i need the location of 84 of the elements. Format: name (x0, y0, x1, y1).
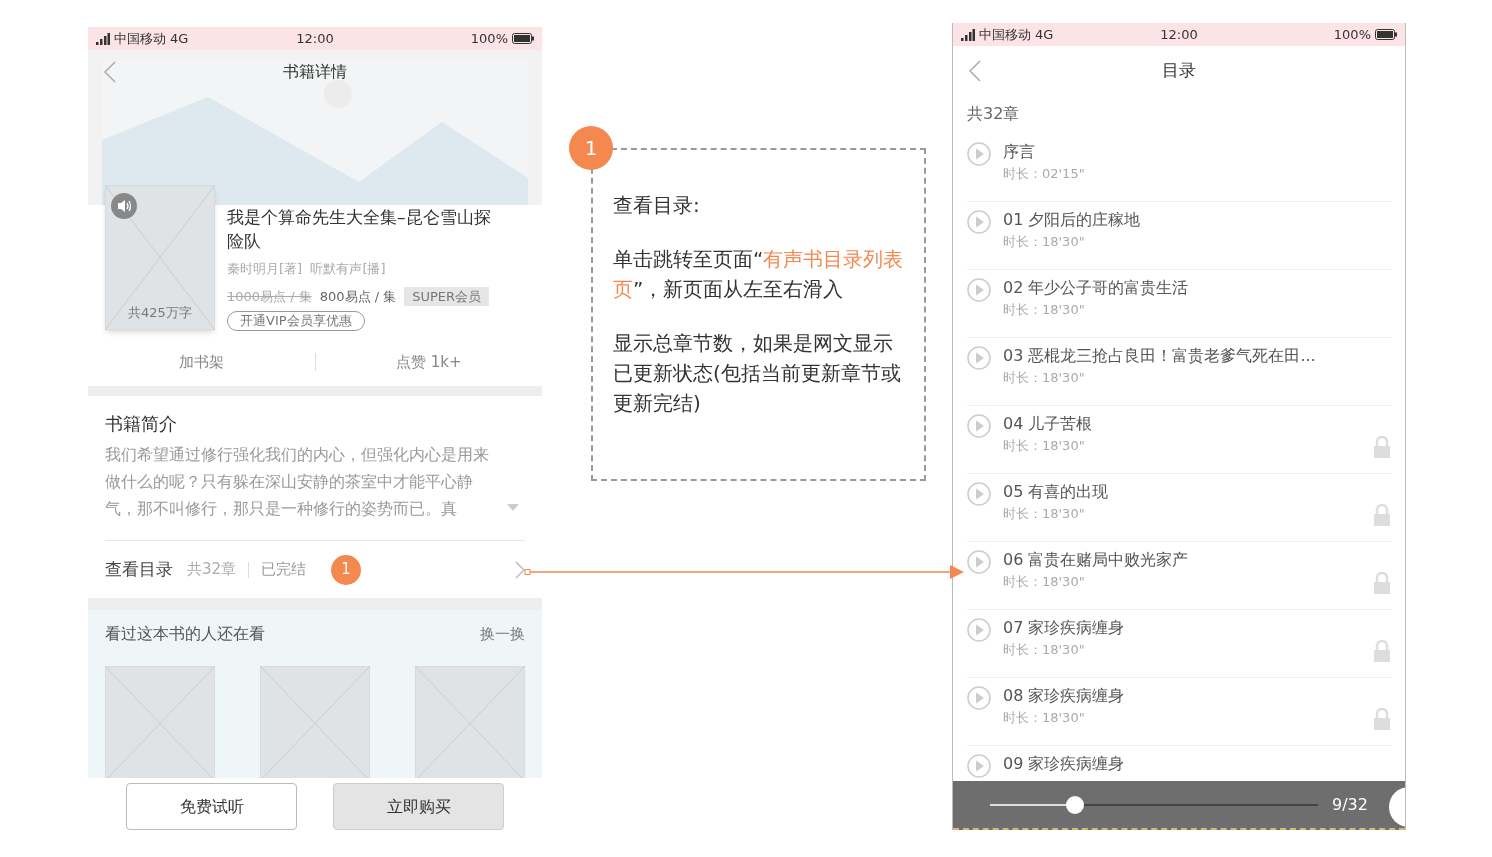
network-type: 4G (1035, 25, 1054, 44)
chapter-duration: 时长：18'30" (1003, 369, 1086, 387)
chapter-title: 序言 (1003, 141, 1036, 163)
chapter-count: 共32章 (187, 559, 237, 581)
intro-text: 我们希望通过修行强化我们的内心，但强化内心是用来做什么的呢？只有躲在深山安静的茶室中才能平心静气，那不叫修行，那只是一种修行的姿势而已。真 (105, 444, 490, 520)
chapter-title: 09 家珍疾病缠身 (1003, 753, 1126, 775)
step-marker: 1 (331, 554, 362, 585)
chapter-title: 01 夕阳后的庄稼地 (1003, 209, 1142, 231)
chapter-row[interactable]: 07 家珍疾病缠身 时长：18'30" (967, 610, 1391, 678)
chapter-title: 08 家珍疾病缠身 (1003, 685, 1126, 707)
chapter-row[interactable]: 09 家珍疾病缠身 (967, 746, 1391, 778)
catalog-link[interactable]: 查看目录 (105, 556, 173, 583)
chapter-duration: 时长：18'30" (1003, 709, 1086, 727)
signal-icon (96, 32, 110, 45)
book-title: 我是个算命先生大全集–昆仑雪山探险队 (227, 206, 492, 253)
chapter-count: 共32章 (966, 103, 1021, 125)
play-icon[interactable] (967, 482, 991, 506)
chapter-row[interactable]: 02 年少公子哥的富贵生活 时长：18'30" (967, 270, 1391, 338)
screen-title: 目录 (1161, 59, 1197, 83)
progress-slider[interactable] (990, 795, 1318, 814)
clock-time: 12:00 (1159, 25, 1199, 44)
speaker-icon[interactable] (111, 193, 137, 219)
chevron-right-icon[interactable] (515, 560, 525, 579)
network-type: 4G (170, 29, 189, 48)
play-icon[interactable] (967, 550, 991, 574)
slider-thumb[interactable] (1066, 795, 1085, 814)
original-price: 1000易点 / 集 (227, 287, 312, 306)
back-icon[interactable] (969, 60, 981, 82)
chapter-row[interactable]: 序言 时长：02'15" (967, 134, 1391, 202)
chapter-title: 03 恶棍龙三抢占良田！富贵老爹气死在田... (1003, 345, 1317, 367)
play-icon[interactable] (967, 278, 991, 302)
play-icon[interactable] (967, 142, 991, 166)
action-button[interactable]: 免费试听 (126, 783, 297, 830)
clock-time: 12:00 (295, 29, 335, 48)
play-icon[interactable] (967, 686, 991, 710)
play-icon[interactable] (967, 618, 991, 642)
chapter-duration: 时长：18'30" (1003, 573, 1086, 591)
step-marker: 1 (569, 126, 613, 170)
chapter-row[interactable]: 05 有喜的出现 时长：18'30" (967, 474, 1391, 542)
chapter-duration: 时长：18'30" (1003, 641, 1086, 659)
screen-title: 书籍详情 (282, 61, 348, 83)
section-title: 书籍简介 (105, 412, 178, 436)
note-paragraph: 单击跳转至页面“有声书目录列表页”，新页面从左至右滑入 (613, 246, 905, 303)
book-authors: 秦时明月[著] 听默有声[播] (227, 260, 387, 278)
signal-icon (961, 28, 975, 41)
note-paragraph: 显示总章节数，如果是网文显示已更新状态(包括当前更新章节或更新完结) (613, 330, 902, 417)
chapter-title: 02 年少公子哥的富贵生活 (1003, 277, 1190, 299)
chapter-title: 06 富贵在赌局中败光家产 (1003, 549, 1190, 571)
battery-level: 100% (470, 29, 508, 48)
chapter-title: 07 家珍疾病缠身 (1003, 617, 1126, 639)
chapter-duration: 时长：18'30" (1003, 505, 1086, 523)
member-price: 800易点 / 集 (319, 287, 397, 306)
chapter-row[interactable]: 03 恶棍龙三抢占良田！富贵老爹气死在田... 时长：18'30" (967, 338, 1391, 406)
chapter-duration: 时长：18'30" (1003, 233, 1086, 251)
carrier-name: 中国移动 (979, 25, 1031, 44)
chapter-row[interactable]: 04 儿子苦根 时长：18'30" (967, 406, 1391, 474)
chapter-duration: 时长：18'30" (1003, 437, 1086, 455)
member-tag: SUPER会员 (404, 286, 490, 306)
action-button[interactable]: 立即购买 (333, 783, 504, 830)
chapter-title: 04 儿子苦根 (1003, 413, 1094, 435)
chapter-row[interactable]: 06 富贵在赌局中败光家产 时长：18'30" (967, 542, 1391, 610)
battery-icon (512, 33, 534, 44)
action-link[interactable]: 加书架 (88, 350, 315, 374)
word-count: 共425万字 (127, 303, 193, 322)
play-icon[interactable] (967, 754, 991, 778)
serial-status: 已完结 (261, 559, 307, 581)
refresh-link[interactable]: 换一换 (480, 622, 525, 646)
chapter-duration: 时长：18'30" (1003, 301, 1086, 319)
chapter-row[interactable]: 01 夕阳后的庄稼地 时长：18'30" (967, 202, 1391, 270)
chapter-duration: 时长：02'15" (1003, 165, 1086, 183)
chapter-row[interactable]: 08 家珍疾病缠身 时长：18'30" (967, 678, 1391, 746)
play-icon[interactable] (967, 414, 991, 438)
battery-level: 100% (1333, 25, 1371, 44)
play-icon[interactable] (967, 210, 991, 234)
battery-icon (1375, 29, 1397, 40)
chapter-title: 05 有喜的出现 (1003, 481, 1110, 503)
note-heading: 查看目录: (613, 192, 701, 219)
progress-reading: 9/32 (1332, 793, 1368, 816)
carrier-name: 中国移动 (114, 29, 166, 48)
section-title: 看过这本书的人还在看 (105, 623, 266, 645)
action-link[interactable]: 点赞 1k+ (315, 350, 542, 374)
play-icon[interactable] (967, 346, 991, 370)
back-icon[interactable] (104, 61, 116, 83)
expand-icon[interactable] (507, 504, 519, 512)
